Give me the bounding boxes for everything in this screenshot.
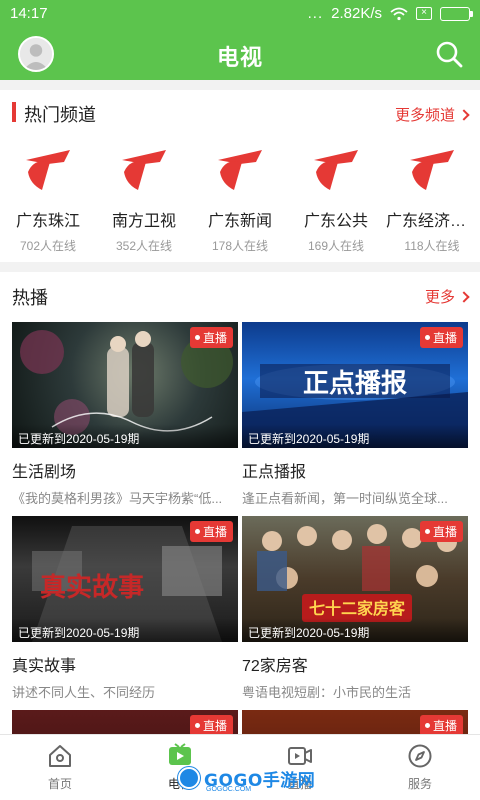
hot-channels-title: 热门频道 <box>24 105 96 125</box>
update-info: 已更新到2020-05-19期 <box>242 618 468 642</box>
compass-icon <box>408 744 432 768</box>
channel-online: 178人在线 <box>211 239 269 253</box>
nav-service[interactable]: 服务 <box>360 735 480 800</box>
nav-home-label: 首页 <box>47 777 72 791</box>
show-title: 生活剧场 <box>12 464 77 481</box>
channel-logo-icon <box>410 150 454 190</box>
live-badge: 直播 <box>189 715 233 734</box>
show-card[interactable]: 直播 已更新到2020-05-19期 生活剧场 《我的莫格利男孩》马天宇杨紫“低… <box>12 322 238 507</box>
page-title: 电视 <box>216 45 263 70</box>
hot-channels-section: 热门频道 更多频道 广东珠江 702人在线 南方卫视 352人在线 广东新闻 1… <box>0 90 480 262</box>
show-description: 逢正点看新闻，第一时间纵览全球... <box>242 491 448 506</box>
more-shows-label: 更多 <box>424 289 455 306</box>
status-time: 14:17 <box>10 5 48 22</box>
live-badge: 直播 <box>419 521 463 542</box>
channel-online: 352人在线 <box>115 239 173 253</box>
status-icons: ... 2.82K/s × <box>307 5 473 22</box>
channel-logo-icon <box>218 150 262 190</box>
show-description: 《我的莫格利男孩》马天宇杨紫“低... <box>12 491 223 506</box>
update-info: 已更新到2020-05-19期 <box>242 424 468 448</box>
nav-home[interactable]: 首页 <box>0 735 120 800</box>
wifi-icon <box>390 7 408 20</box>
chevron-right-icon <box>458 108 470 121</box>
channel-item[interactable]: 广东经济科... 118人在线 <box>384 144 480 254</box>
show-title: 正点播报 <box>242 464 307 481</box>
channel-name: 广东公共 <box>303 213 368 230</box>
signal-dots-icon: ... <box>307 5 324 22</box>
live-badge: 直播 <box>419 327 463 348</box>
home-icon <box>49 745 71 767</box>
show-thumbnail: 正点播报 直播 已更新到2020-05-19期 <box>242 322 468 448</box>
channel-item[interactable]: 广东公共 169人在线 <box>288 144 384 254</box>
hot-shows-header: 热播 更多 <box>0 272 480 316</box>
status-bar: 14:17 ... 2.82K/s × <box>0 0 480 28</box>
show-card[interactable]: 七十二家房客 直播 已更新到2020-05-19期 72家房客 粤语电视短剧：小… <box>242 516 468 701</box>
app-bar: 电视 <box>0 28 480 80</box>
channel-logo-icon <box>26 150 70 190</box>
show-title: 72家房客 <box>242 658 308 675</box>
show-thumbnail: 直播 已更新到2020-05-19期 <box>12 322 238 448</box>
watermark-logo-icon <box>178 767 200 789</box>
channel-online: 702人在线 <box>19 239 77 253</box>
more-channels-link[interactable]: 更多频道 <box>394 104 470 125</box>
channel-online: 169人在线 <box>307 239 365 253</box>
channel-list: 广东珠江 702人在线 南方卫视 352人在线 广东新闻 178人在线 广东公共… <box>0 144 480 254</box>
watermark-subtext: GOGOC.COM <box>206 786 252 793</box>
chevron-right-icon <box>458 290 470 303</box>
channel-item[interactable]: 广东新闻 178人在线 <box>192 144 288 254</box>
update-info: 已更新到2020-05-19期 <box>12 618 238 642</box>
hot-shows-section: 热播 更多 直播 已更新到2020-05-19期 生活剧场 《我的莫格利男孩》马… <box>0 272 480 734</box>
show-card[interactable]: 直播 <box>12 710 238 734</box>
sim-off-icon: × <box>416 7 432 20</box>
show-card[interactable]: 真实故事 直播 已更新到2020-05-19期 真实故事 讲述不同人生、不同经历 <box>12 516 238 701</box>
show-description: 粤语电视短剧：小市民的生活 <box>242 685 412 700</box>
hot-shows-title: 热播 <box>12 288 48 308</box>
show-thumbnail: 真实故事 直播 已更新到2020-05-19期 <box>12 516 238 642</box>
channel-item[interactable]: 广东珠江 702人在线 <box>0 144 96 254</box>
channel-name: 广东珠江 <box>15 213 80 230</box>
channel-logo-icon <box>122 150 166 190</box>
channel-online: 118人在线 <box>404 239 460 253</box>
show-card[interactable]: 直播 <box>242 710 468 734</box>
battery-icon <box>440 6 473 21</box>
show-description: 讲述不同人生、不同经历 <box>12 685 156 700</box>
show-card[interactable]: 正点播报 直播 已更新到2020-05-19期 正点播报 逢正点看新闻，第一时间… <box>242 322 468 507</box>
update-info: 已更新到2020-05-19期 <box>12 424 238 448</box>
channel-name: 南方卫视 <box>111 213 176 230</box>
more-shows-link[interactable]: 更多 <box>424 286 470 307</box>
show-thumbnail: 七十二家房客 直播 已更新到2020-05-19期 <box>242 516 468 642</box>
nav-service-label: 服务 <box>407 777 432 791</box>
overlay-text: 真实故事 <box>40 572 144 603</box>
channel-name: 广东新闻 <box>207 213 272 230</box>
overlay-text: 七十二家房客 <box>309 599 406 618</box>
hot-channels-header: 热门频道 更多频道 <box>0 90 480 134</box>
channel-item[interactable]: 南方卫视 352人在线 <box>96 144 192 254</box>
show-title: 真实故事 <box>12 658 77 675</box>
search-icon[interactable] <box>434 39 464 69</box>
more-channels-label: 更多频道 <box>394 107 455 124</box>
live-badge: 直播 <box>419 715 463 734</box>
section-accent-bar <box>12 102 16 122</box>
show-thumbnail: 直播 <box>12 710 238 734</box>
show-thumbnail: 直播 <box>242 710 468 734</box>
live-badge: 直播 <box>189 327 233 348</box>
channel-name: 广东经济科... <box>386 213 480 230</box>
site-watermark: GOGO手游网 GOGOC.COM <box>178 764 315 793</box>
channel-logo-icon <box>314 150 358 190</box>
live-badge: 直播 <box>189 521 233 542</box>
overlay-text: 正点播报 <box>303 368 407 399</box>
network-speed: 2.82K/s <box>331 5 382 22</box>
